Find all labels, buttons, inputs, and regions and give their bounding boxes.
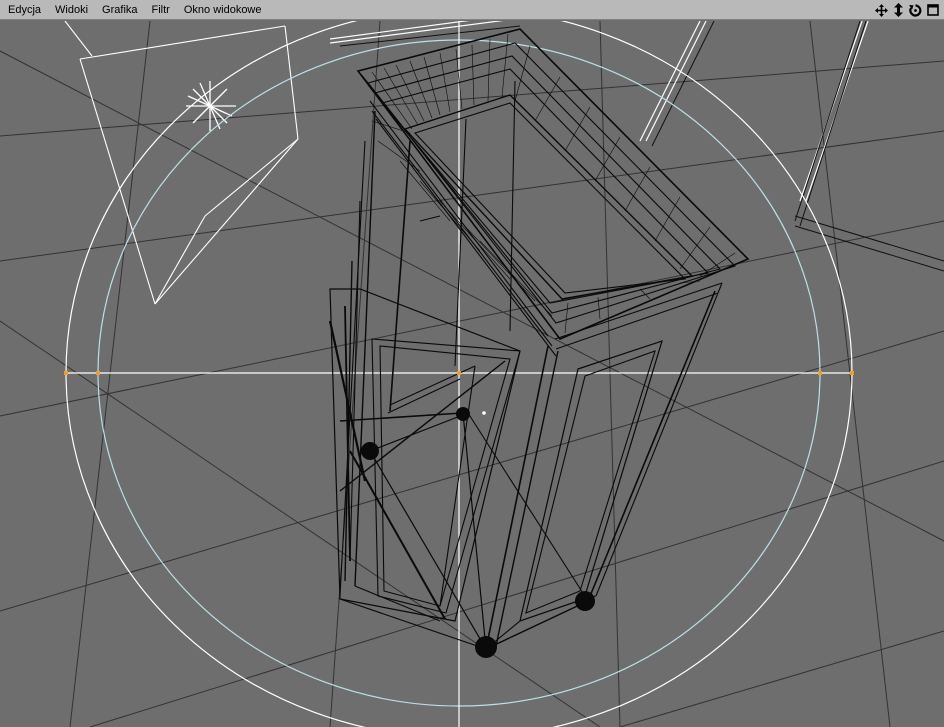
viewport-canvas[interactable] [0,21,944,727]
object-wireframe[interactable] [328,28,750,650]
move-view-icon[interactable] [874,2,889,18]
menu-okno-widokowe[interactable]: Okno widokowe [177,0,269,20]
menu-widoki[interactable]: Widoki [48,0,95,20]
light-cone-wireframe [64,21,299,305]
ground-grid [0,21,944,727]
viewport-navigation [874,2,940,18]
light-source-star[interactable] [186,81,236,131]
viewport-menubar: Edycja Widoki Grafika Filtr Okno widokow… [0,0,944,20]
menu-grafika[interactable]: Grafika [95,0,144,20]
rotate-view-icon[interactable] [908,2,923,18]
menu-filtr[interactable]: Filtr [145,0,177,20]
scene-dark-lines [339,21,944,272]
application-window: Edycja Widoki Grafika Filtr Okno widokow… [0,0,944,727]
zoom-view-icon[interactable] [891,2,906,18]
3d-viewport[interactable] [0,21,944,727]
pivot-point [482,411,486,415]
maximize-view-icon[interactable] [925,2,940,18]
menu-edycja[interactable]: Edycja [0,0,48,20]
